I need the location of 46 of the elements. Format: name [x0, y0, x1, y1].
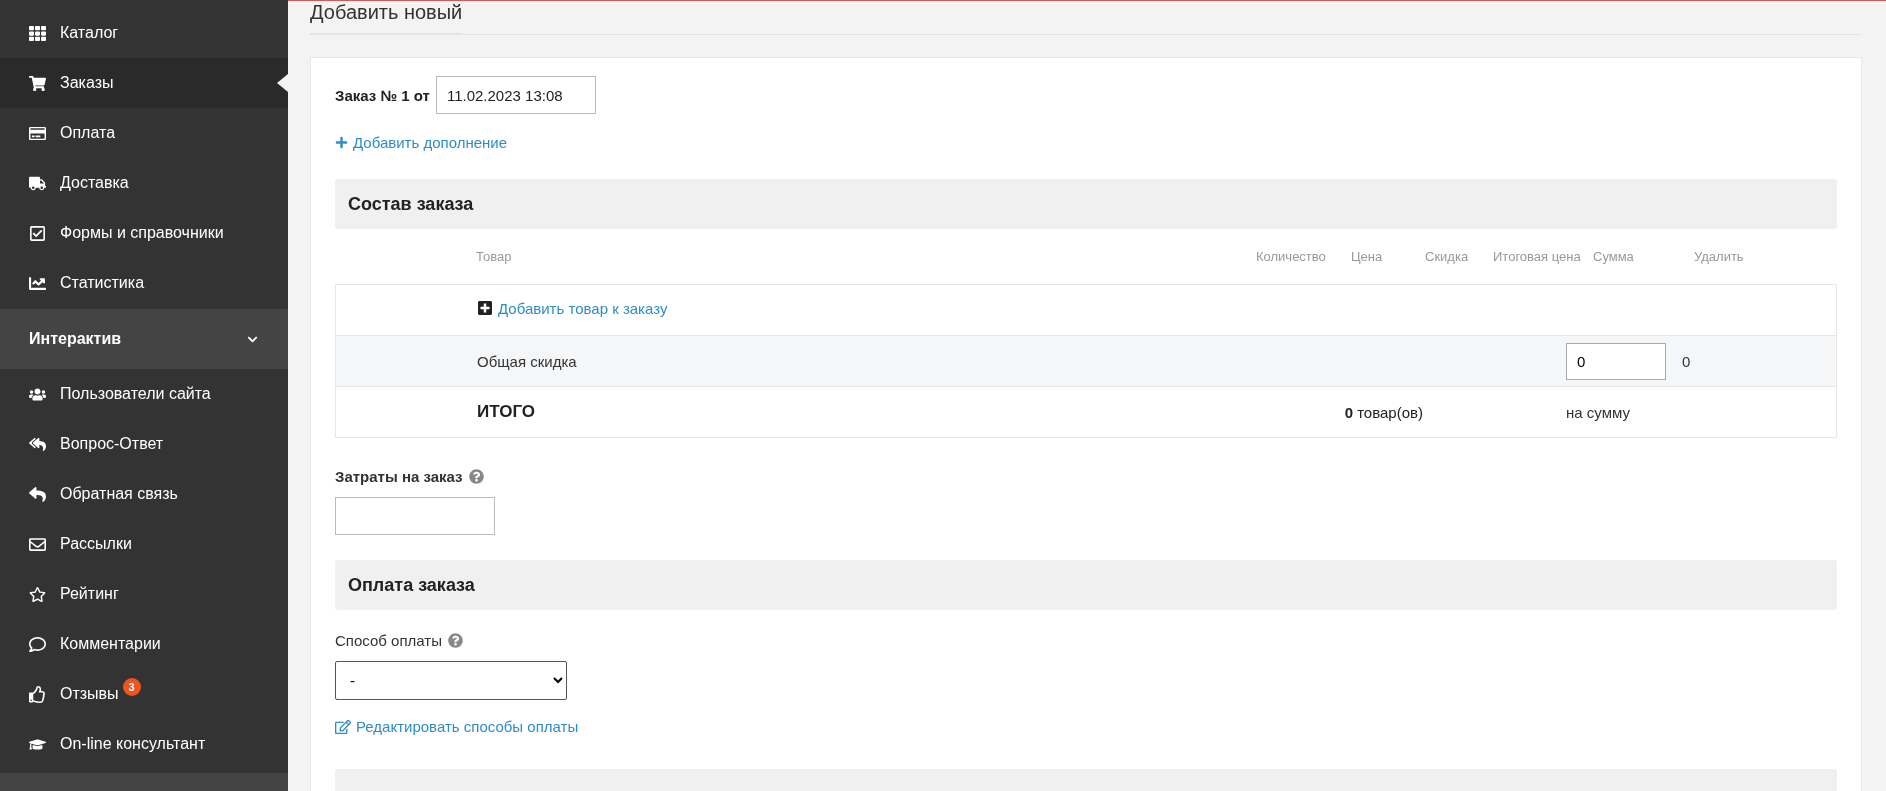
- credit-card-icon: [29, 124, 46, 142]
- star-icon: [29, 585, 46, 603]
- payment-method-select[interactable]: -: [335, 661, 567, 700]
- truck-icon: [29, 174, 46, 192]
- column-header: Скидка: [1425, 249, 1470, 264]
- checkbox-icon: [29, 224, 46, 242]
- group-title: Интерактив: [29, 330, 122, 348]
- section-header: Оплата заказа: [335, 560, 1837, 610]
- discount-amount: 0: [1682, 352, 1691, 370]
- discount-field[interactable]: 0: [1566, 342, 1666, 380]
- help-icon[interactable]: [468, 469, 484, 484]
- costs-field[interactable]: [335, 497, 495, 535]
- add-product-link[interactable]: Добавить товар к заказу: [477, 299, 668, 317]
- discount-label: Общая скидка: [477, 352, 578, 370]
- count-badge: 3: [122, 678, 141, 696]
- plus-icon: [335, 136, 348, 149]
- reply-icon: [29, 485, 46, 503]
- edit-payment-methods-link[interactable]: Редактировать способы оплаты: [335, 718, 579, 735]
- section-header: Состав заказа: [335, 179, 1837, 229]
- cart-icon: [29, 74, 46, 92]
- column-header: Итоговая цена: [1493, 249, 1582, 264]
- total-label: ИТОГО: [477, 402, 537, 422]
- column-header: Товар: [476, 249, 513, 264]
- date-field[interactable]: 11.02.2023 13:08: [435, 76, 596, 114]
- envelope-icon: [29, 535, 46, 553]
- reply-all-icon: [29, 435, 46, 453]
- line-chart-icon: [29, 274, 46, 292]
- sum-label: на сумму: [1566, 403, 1631, 421]
- thumbs-up-icon: [29, 685, 46, 703]
- column-header: Удалить: [1694, 249, 1745, 264]
- column-header: Количество: [1256, 249, 1327, 264]
- add-addition-link[interactable]: Добавить дополнение: [335, 134, 508, 151]
- item-count: 0 товар(ов): [1344, 403, 1423, 421]
- order-label: Заказ № 1 от: [335, 86, 430, 104]
- help-icon[interactable]: [447, 633, 463, 648]
- costs-label: Затраты на заказ: [335, 468, 463, 485]
- column-header: Сумма: [1593, 249, 1635, 264]
- grid-icon: [29, 24, 46, 42]
- payment-method-label: Способ оплаты: [335, 632, 442, 649]
- sidebar-group-header[interactable]: Интерактив: [0, 309, 288, 369]
- active-pointer: [277, 74, 288, 92]
- page-title: Добавить новый: [310, 1, 463, 34]
- edit-icon: [335, 718, 351, 735]
- sidebar-item[interactable]: Заказы: [0, 58, 288, 108]
- comment-icon: [29, 635, 46, 653]
- column-header: Цена: [1351, 249, 1384, 264]
